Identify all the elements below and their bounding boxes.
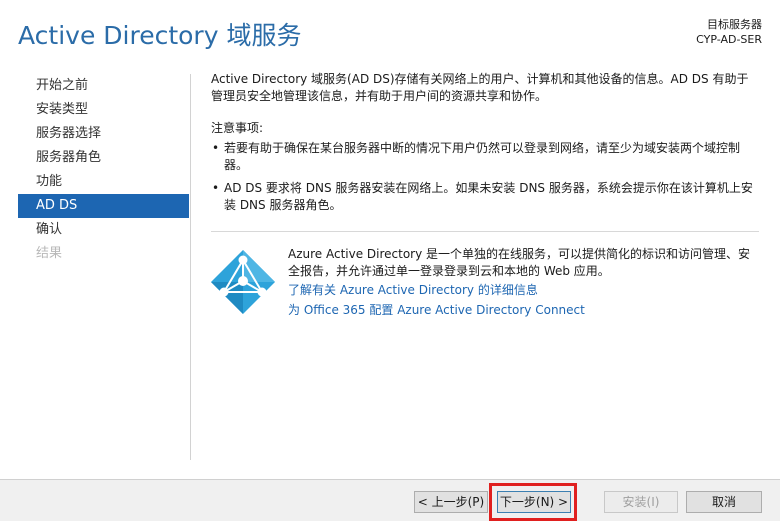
target-server-info: 目标服务器 CYP-AD-SER [696,17,762,47]
main-content: Active Directory 域服务(AD DS)存储有关网络上的用户、计算… [211,71,759,220]
azure-ad-icon [211,250,275,314]
target-server-name: CYP-AD-SER [696,33,762,46]
sidebar-item-ad-ds[interactable]: AD DS [18,194,189,218]
azure-section: Azure Active Directory 是一个单独的在线服务，可以提供简化… [288,246,760,319]
notes-list: 若要有助于确保在某台服务器中断的情况下用户仍然可以登录到网络，请至少为域安装两个… [211,140,759,214]
target-server-label: 目标服务器 [707,18,762,31]
sidebar-item-results: 结果 [36,246,63,261]
sidebar-item-server-roles[interactable]: 服务器角色 [18,146,189,170]
wizard-sidebar: 开始之前 安装类型 服务器选择 服务器角色 功能 AD DS 确认 结果 [18,74,189,266]
intro-text: Active Directory 域服务(AD DS)存储有关网络上的用户、计算… [211,72,749,103]
previous-button[interactable]: < 上一步(P) [414,491,488,513]
azure-description: Azure Active Directory 是一个单独的在线服务，可以提供简化… [288,247,751,278]
sidebar-item-installation-type[interactable]: 安装类型 [18,98,189,122]
notes-title: 注意事项: [211,121,264,135]
next-button[interactable]: 下一步(N) > [497,491,571,513]
section-divider [211,231,759,232]
sidebar-item-confirmation[interactable]: 确认 [18,218,189,242]
sidebar-item-server-selection[interactable]: 服务器选择 [18,122,189,146]
wizard-footer: < 上一步(P) 下一步(N) > 安装(I) 取消 [0,479,780,521]
azure-learn-more-link[interactable]: 了解有关 Azure Active Directory 的详细信息 [288,282,760,299]
note-item: 若要有助于确保在某台服务器中断的情况下用户仍然可以登录到网络，请至少为域安装两个… [211,140,759,174]
sidebar-item-before-you-begin[interactable]: 开始之前 [18,74,189,98]
azure-connect-link[interactable]: 为 Office 365 配置 Azure Active Directory C… [288,302,760,319]
cancel-button[interactable]: 取消 [686,491,762,513]
sidebar-item-features[interactable]: 功能 [18,170,189,194]
page-title: Active Directory 域服务 [18,21,302,50]
note-item: AD DS 要求将 DNS 服务器安装在网络上。如果未安装 DNS 服务器，系统… [211,180,759,214]
install-button: 安装(I) [604,491,678,513]
sidebar-divider [190,74,191,460]
